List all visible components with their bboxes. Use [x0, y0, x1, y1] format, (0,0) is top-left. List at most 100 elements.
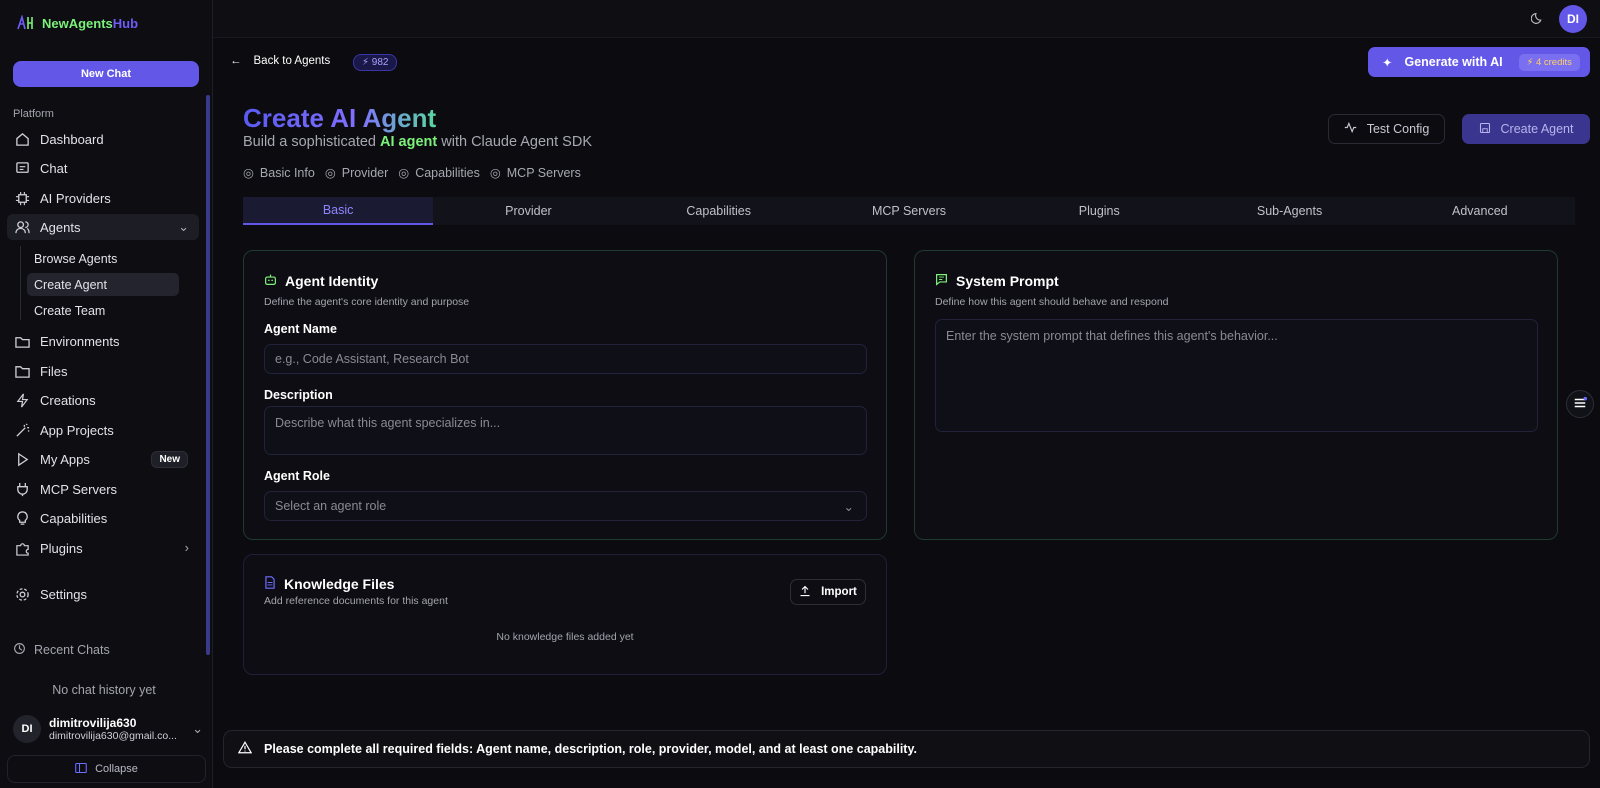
sidebar-icon — [75, 762, 87, 777]
sidebar-item-ai-providers[interactable]: AI Providers — [7, 185, 199, 211]
agent-name-label: Agent Name — [264, 322, 337, 336]
step: ◎ Provider — [324, 165, 389, 181]
save-icon — [1479, 122, 1491, 137]
puzzle-icon — [14, 540, 30, 556]
user-menu[interactable]: DI dimitrovilija630 dimitrovilija630@gma… — [13, 715, 203, 743]
tab-basic[interactable]: Basic — [243, 197, 434, 225]
new-chat-button[interactable]: New Chat — [13, 61, 199, 87]
arrow-left-icon: ← — [230, 55, 242, 67]
credits-badge: ⚡ 4 credits — [1518, 53, 1580, 71]
card-title: System Prompt — [935, 273, 1059, 289]
sidebar-subitem-create-agent[interactable]: Create Agent — [27, 273, 179, 296]
gear-icon — [14, 586, 30, 602]
sidebar-item-dashboard[interactable]: Dashboard — [7, 126, 199, 152]
agent-role-label: Agent Role — [264, 469, 330, 483]
system-prompt-card: System Prompt Define how this agent shou… — [914, 250, 1558, 540]
avatar: DI — [13, 715, 41, 743]
sidebar-item-label: MCP Servers — [40, 481, 118, 497]
chevron-down-icon: ⌄ — [192, 721, 203, 736]
sidebar-scrollbar[interactable] — [206, 95, 210, 655]
sidebar-item-app-projects[interactable]: App Projects — [7, 417, 199, 443]
tab-provider[interactable]: Provider — [433, 197, 623, 225]
system-prompt-textarea[interactable]: Enter the system prompt that defines thi… — [935, 319, 1538, 432]
main-content: ← Back to Agents ⚡ 982 ✦ Generate with A… — [213, 38, 1600, 788]
tab-capabilities[interactable]: Capabilities — [624, 197, 814, 225]
empty-history: No chat history yet — [52, 683, 156, 697]
sidebar-item-label: Creations — [40, 392, 96, 408]
sidebar-item-agents[interactable]: Agents ⌄ — [7, 214, 199, 240]
card-title: Knowledge Files — [264, 576, 394, 592]
import-button[interactable]: Import — [790, 579, 866, 605]
validation-alert: Please complete all required fields: Age… — [223, 730, 1590, 768]
agent-identity-card: Agent Identity Define the agent's core i… — [243, 250, 887, 540]
credit-badge: ⚡ 982 — [353, 54, 398, 71]
home-icon — [14, 131, 30, 147]
agent-role-select[interactable]: Select an agent role ⌄ — [264, 491, 867, 521]
card-subtitle: Define how this agent should behave and … — [935, 296, 1169, 308]
generate-with-ai-button[interactable]: ✦ Generate with AI ⚡ 4 credits — [1368, 47, 1590, 77]
warning-icon — [237, 741, 253, 757]
bot-icon — [264, 273, 277, 289]
recent-chats-header: Recent Chats — [13, 642, 110, 658]
check-circle-icon: ◎ — [243, 166, 254, 180]
chevron-down-icon: ⌄ — [178, 219, 189, 234]
sidebar-item-settings[interactable]: Settings — [7, 581, 199, 607]
sidebar-item-mcp-servers[interactable]: MCP Servers — [7, 476, 199, 502]
card-subtitle: Add reference documents for this agent — [264, 595, 448, 607]
sidebar-item-label: My Apps — [40, 451, 90, 467]
sidebar-item-label: Capabilities — [40, 510, 108, 526]
cpu-icon — [14, 190, 30, 206]
sidebar-item-chat[interactable]: Chat — [7, 155, 199, 181]
moon-icon[interactable] — [1530, 12, 1544, 28]
plug-icon — [14, 481, 30, 497]
user-name: dimitrovilija630 — [49, 716, 137, 730]
message-square-icon — [935, 273, 948, 289]
wand-icon — [14, 422, 30, 438]
sidebar-item-creations[interactable]: Creations — [7, 387, 199, 413]
brand[interactable]: NewAgentsHub — [16, 15, 138, 31]
page-title: Create AI Agent — [243, 103, 437, 133]
avatar[interactable]: DI — [1559, 5, 1587, 33]
upload-icon — [799, 585, 811, 600]
folder-icon — [14, 333, 30, 349]
tab-mcp-servers[interactable]: MCP Servers — [814, 197, 1004, 225]
test-config-button[interactable]: Test Config — [1328, 114, 1445, 144]
sidebar-item-my-apps[interactable]: My Apps New — [7, 446, 199, 472]
description-label: Description — [264, 388, 333, 402]
sidebar-item-capabilities[interactable]: Capabilities — [7, 505, 199, 531]
chevron-down-icon: ⌄ — [843, 499, 854, 514]
tab-plugins[interactable]: Plugins — [1004, 197, 1194, 225]
file-icon — [264, 576, 276, 592]
check-circle-icon: ◎ — [398, 166, 410, 180]
divider — [20, 246, 21, 320]
section-label: Platform — [13, 108, 54, 120]
sidebar-item-label: AI Providers — [40, 190, 111, 206]
tab-advanced[interactable]: Advanced — [1385, 197, 1575, 225]
agent-name-input[interactable]: e.g., Code Assistant, Research Bot — [264, 344, 867, 374]
sidebar-subitem-create-team[interactable]: Create Team — [27, 299, 179, 322]
sidebar-item-label: Settings — [40, 586, 87, 602]
back-link[interactable]: ← Back to Agents — [230, 55, 330, 67]
collapse-button[interactable]: Collapse — [7, 755, 206, 783]
create-agent-button[interactable]: Create Agent — [1462, 114, 1590, 144]
knowledge-files-card: Knowledge Files Add reference documents … — [243, 554, 887, 675]
lightbulb-icon — [14, 510, 30, 526]
tab-sub-agents[interactable]: Sub-Agents — [1194, 197, 1384, 225]
card-subtitle: Define the agent's core identity and pur… — [264, 296, 470, 308]
sidebar-item-label: Chat — [40, 160, 68, 176]
sidebar-item-label: Dashboard — [40, 131, 104, 147]
description-textarea[interactable]: Describe what this agent specializes in.… — [264, 406, 867, 455]
panel-toggle-button[interactable] — [1566, 390, 1594, 418]
page-subtitle: Build a sophisticated AI agent with Clau… — [243, 134, 592, 150]
sidebar-subitem-browse-agents[interactable]: Browse Agents — [27, 247, 179, 270]
step: ◎ Capabilities — [398, 165, 480, 181]
step: ◎ MCP Servers — [489, 165, 581, 181]
sidebar-item-label: App Projects — [40, 422, 114, 438]
play-icon — [14, 451, 30, 467]
logo-icon — [17, 15, 33, 30]
sidebar-item-environments[interactable]: Environments — [7, 328, 199, 354]
user-email: dimitrovilija630@gmail.co... — [49, 730, 177, 742]
sidebar-item-plugins[interactable]: Plugins › — [7, 535, 199, 561]
tab-bar: Basic Provider Capabilities MCP Servers … — [243, 197, 1575, 225]
sidebar-item-files[interactable]: Files — [7, 358, 199, 384]
